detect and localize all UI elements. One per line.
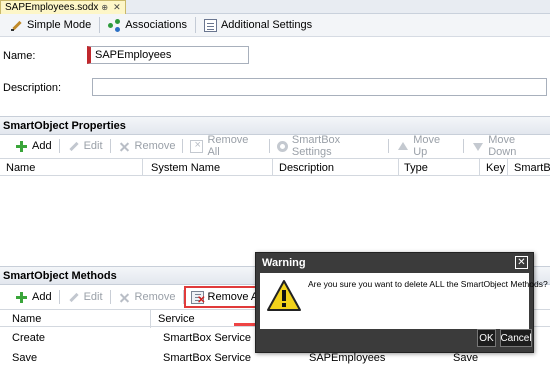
main-toolbar: Simple Mode Associations Additional Sett… (0, 14, 550, 37)
move-down-button[interactable]: Move Down (466, 134, 550, 158)
method-name: Create (12, 332, 46, 344)
separator (268, 139, 270, 153)
move-up-label: Move Up (413, 134, 441, 158)
arrow-up-icon (396, 140, 409, 153)
method-smartobject: SAPEmployees (309, 352, 386, 364)
warning-icon (267, 280, 301, 311)
document-tabstrip: SAPEmployees.sodx ⊕ ✕ (0, 0, 550, 14)
associations-icon (108, 18, 121, 32)
separator (58, 139, 60, 153)
separator (463, 139, 465, 153)
document-tab-title: SAPEmployees.sodx (5, 2, 99, 13)
additional-settings-label: Additional Settings (220, 19, 313, 31)
column-header-description[interactable]: Description (279, 162, 334, 174)
edit-icon (67, 140, 80, 153)
remove-all-icon (190, 139, 204, 153)
edit-icon (67, 291, 80, 304)
remove-all-label: Remove All (207, 134, 249, 158)
add-label: Add (32, 291, 52, 303)
separator (109, 290, 111, 304)
toolbar-separator (194, 17, 196, 33)
pencil-icon (10, 19, 23, 32)
method-service: SmartBox Service (163, 332, 252, 344)
name-label: Name: (3, 50, 36, 62)
remove-label: Remove (134, 140, 176, 152)
remove-label: Remove (134, 291, 176, 303)
separator (58, 290, 60, 304)
column-header-service[interactable]: Service (158, 313, 195, 325)
column-header-name[interactable]: Name (6, 162, 35, 174)
method-name: Save (12, 352, 38, 364)
name-field-value: SAPEmployees (95, 49, 172, 61)
column-header-key[interactable]: Key (486, 162, 505, 174)
description-field[interactable] (92, 78, 547, 96)
dialog-body: Are you sure you want to delete ALL the … (260, 273, 548, 329)
separator (109, 139, 111, 153)
move-down-label: Move Down (488, 134, 517, 158)
properties-edit-button[interactable]: Edit (62, 137, 108, 155)
separator (388, 139, 390, 153)
column-header-name[interactable]: Name (12, 313, 41, 325)
close-tab-icon[interactable]: ✕ (113, 2, 121, 13)
gear-icon (276, 140, 288, 152)
separator (182, 139, 184, 153)
column-header-smartbox[interactable]: SmartBo (514, 162, 550, 174)
description-label: Description: (3, 82, 62, 94)
methods-add-button[interactable]: Add (10, 288, 57, 306)
arrow-down-icon (471, 140, 484, 153)
properties-add-button[interactable]: Add (10, 137, 57, 155)
document-tab[interactable]: SAPEmployees.sodx ⊕ ✕ (0, 0, 126, 14)
close-icon[interactable]: ✕ (515, 256, 528, 269)
dialog-title: Warning (262, 257, 306, 269)
pin-icon[interactable]: ⊕ (101, 3, 108, 12)
plus-icon (15, 140, 28, 153)
column-header-type[interactable]: Type (404, 162, 428, 174)
properties-section-header: SmartObject Properties (0, 116, 550, 135)
plus-icon (15, 291, 28, 304)
move-up-button[interactable]: Move Up (391, 134, 461, 158)
remove-all-icon (190, 290, 206, 306)
dialog-message: Are you sure you want to delete ALL the … (308, 279, 548, 289)
method-service: SmartBox Service (163, 352, 252, 364)
method-type: Save (453, 352, 479, 364)
name-field[interactable]: SAPEmployees (87, 46, 249, 64)
separator (182, 290, 184, 304)
associations-button[interactable]: Associations (102, 15, 193, 35)
edit-label: Edit (83, 291, 103, 303)
properties-grid-header: Name System Name Description Type Key Sm… (0, 158, 550, 177)
properties-remove-all-button[interactable]: Remove All (185, 134, 266, 158)
warning-dialog: Warning ✕ Are you sure you want to delet… (255, 252, 548, 353)
smartbox-settings-button[interactable]: SmartBox Settings (272, 134, 386, 158)
associations-label: Associations (125, 19, 187, 31)
simple-mode-label: Simple Mode (27, 19, 92, 31)
toolbar-separator (99, 17, 101, 33)
properties-remove-button[interactable]: Remove (113, 137, 181, 155)
simple-mode-button[interactable]: Simple Mode (4, 15, 97, 35)
settings-list-icon (203, 18, 217, 32)
smartbox-settings-label: SmartBox Settings (291, 134, 341, 158)
column-header-system-name[interactable]: System Name (151, 162, 220, 174)
edit-label: Edit (83, 140, 103, 152)
add-label: Add (32, 140, 52, 152)
properties-toolbar: Add Edit Remove Remove All SmartBox Sett… (0, 134, 550, 158)
remove-icon (118, 140, 131, 153)
methods-remove-button[interactable]: Remove (113, 288, 181, 306)
methods-edit-button[interactable]: Edit (62, 288, 108, 306)
remove-icon (118, 291, 131, 304)
additional-settings-button[interactable]: Additional Settings (198, 15, 318, 35)
cancel-button[interactable]: Cancel (500, 329, 532, 347)
ok-button[interactable]: OK (477, 329, 496, 347)
